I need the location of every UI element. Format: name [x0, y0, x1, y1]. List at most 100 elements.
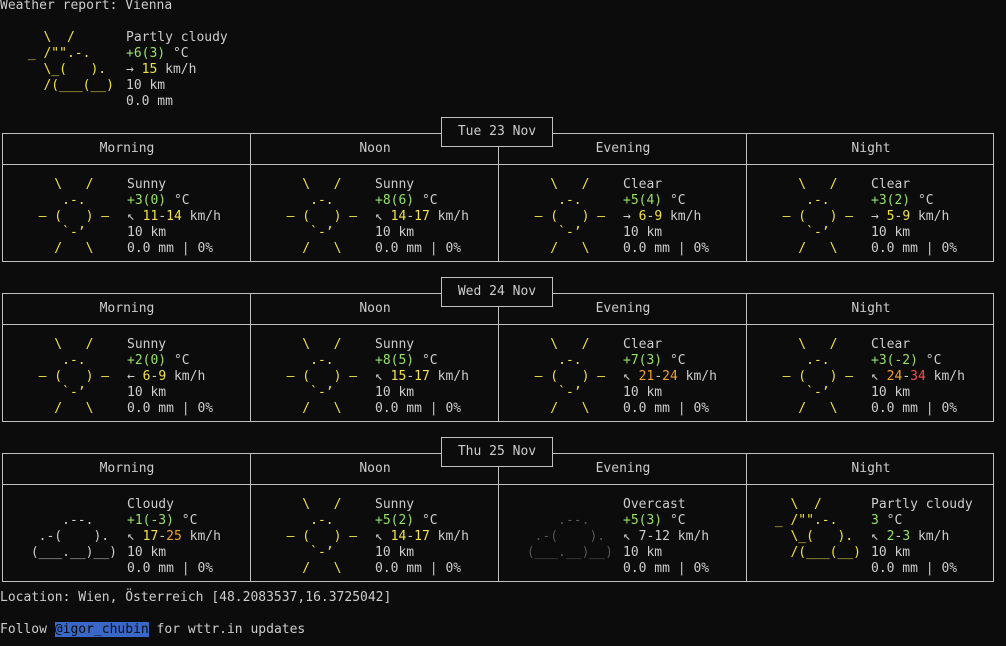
wind-arrow-icon: →: [623, 209, 639, 224]
forecast-cell: \ / .-. ― ( ) ― `-’ / \ Sunny +8(6) °C ↖ 14…: [251, 165, 499, 261]
temp-feels: (2): [390, 513, 415, 528]
temp-unit: °C: [662, 193, 686, 208]
condition-text: Clear: [623, 177, 663, 192]
wind-range-dash: -: [158, 529, 167, 544]
wind-range-dash: -: [158, 209, 167, 224]
temp-main: +3: [871, 353, 887, 368]
forecast-cell: \ / .-. ― ( ) ― `-’ / \ Sunny +2(0) °C ← 6-…: [3, 325, 251, 421]
twitter-handle-link[interactable]: @igor_chubin: [54, 622, 149, 637]
precipitation: 0.0 mm | 0%: [871, 401, 958, 416]
follow-suffix: for wttr.in updates: [148, 622, 306, 637]
wind-high: 24: [662, 369, 678, 384]
temperature: +1(-3) °C: [127, 513, 197, 529]
current-wind: → 15 km/h: [126, 62, 196, 78]
temp-main: +2: [127, 353, 143, 368]
visibility: 10 km: [871, 385, 911, 400]
condition-text: Sunny: [375, 337, 415, 352]
wind-high: 12: [654, 529, 670, 544]
precipitation: 0.0 mm | 0%: [871, 241, 958, 256]
wind-range-dash: -: [406, 209, 415, 224]
wind-unit: km/h: [925, 369, 965, 384]
current-wind-speed: 15: [141, 62, 158, 77]
wind-high: 17: [414, 529, 430, 544]
location-line: Location: Wien, Österreich [48.2083537,1…: [0, 590, 392, 605]
wind: → 5-9 km/h: [871, 209, 949, 225]
visibility: 10 km: [375, 385, 415, 400]
sun-ascii-icon: \ / .-. ― ( ) ― `-’ / \: [782, 337, 854, 416]
temp-main: +3: [127, 193, 143, 208]
overcast-ascii-icon: .--. .-( ). (___.__)__): [526, 513, 613, 560]
condition-text: Sunny: [375, 497, 415, 512]
condition-text: Sunny: [127, 337, 167, 352]
temperature: +5(4) °C: [623, 193, 686, 209]
temp-unit: °C: [166, 353, 190, 368]
wind-high: 17: [414, 369, 430, 384]
wind-range-dash: -: [406, 369, 415, 384]
condition-text: Clear: [871, 177, 911, 192]
period-label-morning: Morning: [99, 461, 155, 476]
forecast-cell: \ / .-. ― ( ) ― `-’ / \ Clear +7(3) °C ↖ 21…: [499, 325, 747, 421]
precipitation: 0.0 mm | 0%: [871, 561, 958, 576]
sun-ascii-icon: \ / .-. ― ( ) ― `-’ / \: [38, 177, 110, 256]
partly-ascii-icon: \ / _ /"".-. \_( ). /(___(__): [774, 497, 861, 560]
wind-unit: km/h: [677, 369, 717, 384]
temp-unit: °C: [173, 513, 198, 528]
current-temp-main: +6: [126, 46, 142, 61]
temperature: +3(2) °C: [871, 193, 934, 209]
precipitation: 0.0 mm | 0%: [623, 561, 710, 576]
wind-low: 11: [142, 209, 159, 224]
precipitation: 0.0 mm | 0%: [127, 241, 214, 256]
visibility: 10 km: [623, 545, 663, 560]
wind-high: 17: [414, 209, 430, 224]
partly-cloudy-ascii-icon: \ / _ /"".-. \_( ). /(___(__): [27, 30, 114, 93]
wind: ↖ 17-25 km/h: [127, 529, 221, 545]
wind-arrow-icon: ↖: [375, 529, 391, 544]
temp-feels: (4): [638, 193, 663, 208]
wind-high: 14: [166, 209, 182, 224]
current-temperature: +6(3) °C: [126, 46, 189, 62]
current-condition: Partly cloudy: [126, 30, 228, 45]
wind: ← 6-9 km/h: [127, 369, 205, 385]
day-forecast-table: Morning .--. .-( ). (___.__)__) Cloudy +1(…: [2, 453, 994, 582]
wind-range-dash: -: [654, 369, 663, 384]
wind-unit: km/h: [429, 369, 469, 384]
temp-unit: °C: [917, 353, 942, 368]
precipitation: 0.0 mm | 0%: [623, 401, 710, 416]
visibility: 10 km: [623, 385, 663, 400]
condition-text: Clear: [623, 337, 663, 352]
sun-ascii-icon: \ / .-. ― ( ) ― `-’ / \: [782, 177, 854, 256]
visibility: 10 km: [127, 385, 167, 400]
temp-unit: °C: [414, 353, 438, 368]
wind: ↖ 14-17 km/h: [375, 529, 469, 545]
wind-arrow-icon: ↖: [623, 529, 639, 544]
date-label: Wed 24 Nov: [441, 277, 553, 307]
temperature: 3 °C: [871, 513, 902, 529]
period-label-morning: Morning: [99, 301, 155, 316]
temp-feels: (3): [638, 513, 663, 528]
forecast-cell: \ / _ /"".-. \_( ). /(___(__) Partly clou…: [747, 485, 995, 581]
wind-range-dash: -: [406, 529, 415, 544]
wind-arrow-icon: ↖: [871, 529, 887, 544]
current-temp-unit: °C: [165, 46, 189, 61]
current-temp-feels: (3): [141, 46, 166, 61]
current-visibility: 10 km: [126, 78, 166, 93]
temperature: +5(2) °C: [375, 513, 438, 529]
temp-main: +5: [375, 513, 391, 528]
day-forecast-table: Morning \ / .-. ― ( ) ― `-’ / \ Sunny +2(0…: [2, 293, 994, 422]
condition-text: Partly cloudy: [871, 497, 973, 512]
temp-feels: (3): [638, 353, 663, 368]
precipitation: 0.0 mm | 0%: [623, 241, 710, 256]
condition-text: Sunny: [375, 177, 415, 192]
period-label-night: Night: [851, 461, 891, 476]
wind-high: 9: [654, 209, 663, 224]
wind-low: 17: [142, 529, 159, 544]
precipitation: 0.0 mm | 0%: [375, 241, 462, 256]
condition-text: Clear: [871, 337, 911, 352]
sun-ascii-icon: \ / .-. ― ( ) ― `-’ / \: [286, 177, 358, 256]
report-title: Weather report: Vienna: [0, 0, 173, 13]
forecast-cell: .--. .-( ). (___.__)__) Overcast +5(3) °C ↖…: [499, 485, 747, 581]
wind: ↖ 2-3 km/h: [871, 529, 949, 545]
wind-unit: km/h: [662, 209, 702, 224]
current-wind-unit: km/h: [157, 62, 197, 77]
wind-low: 14: [390, 209, 407, 224]
